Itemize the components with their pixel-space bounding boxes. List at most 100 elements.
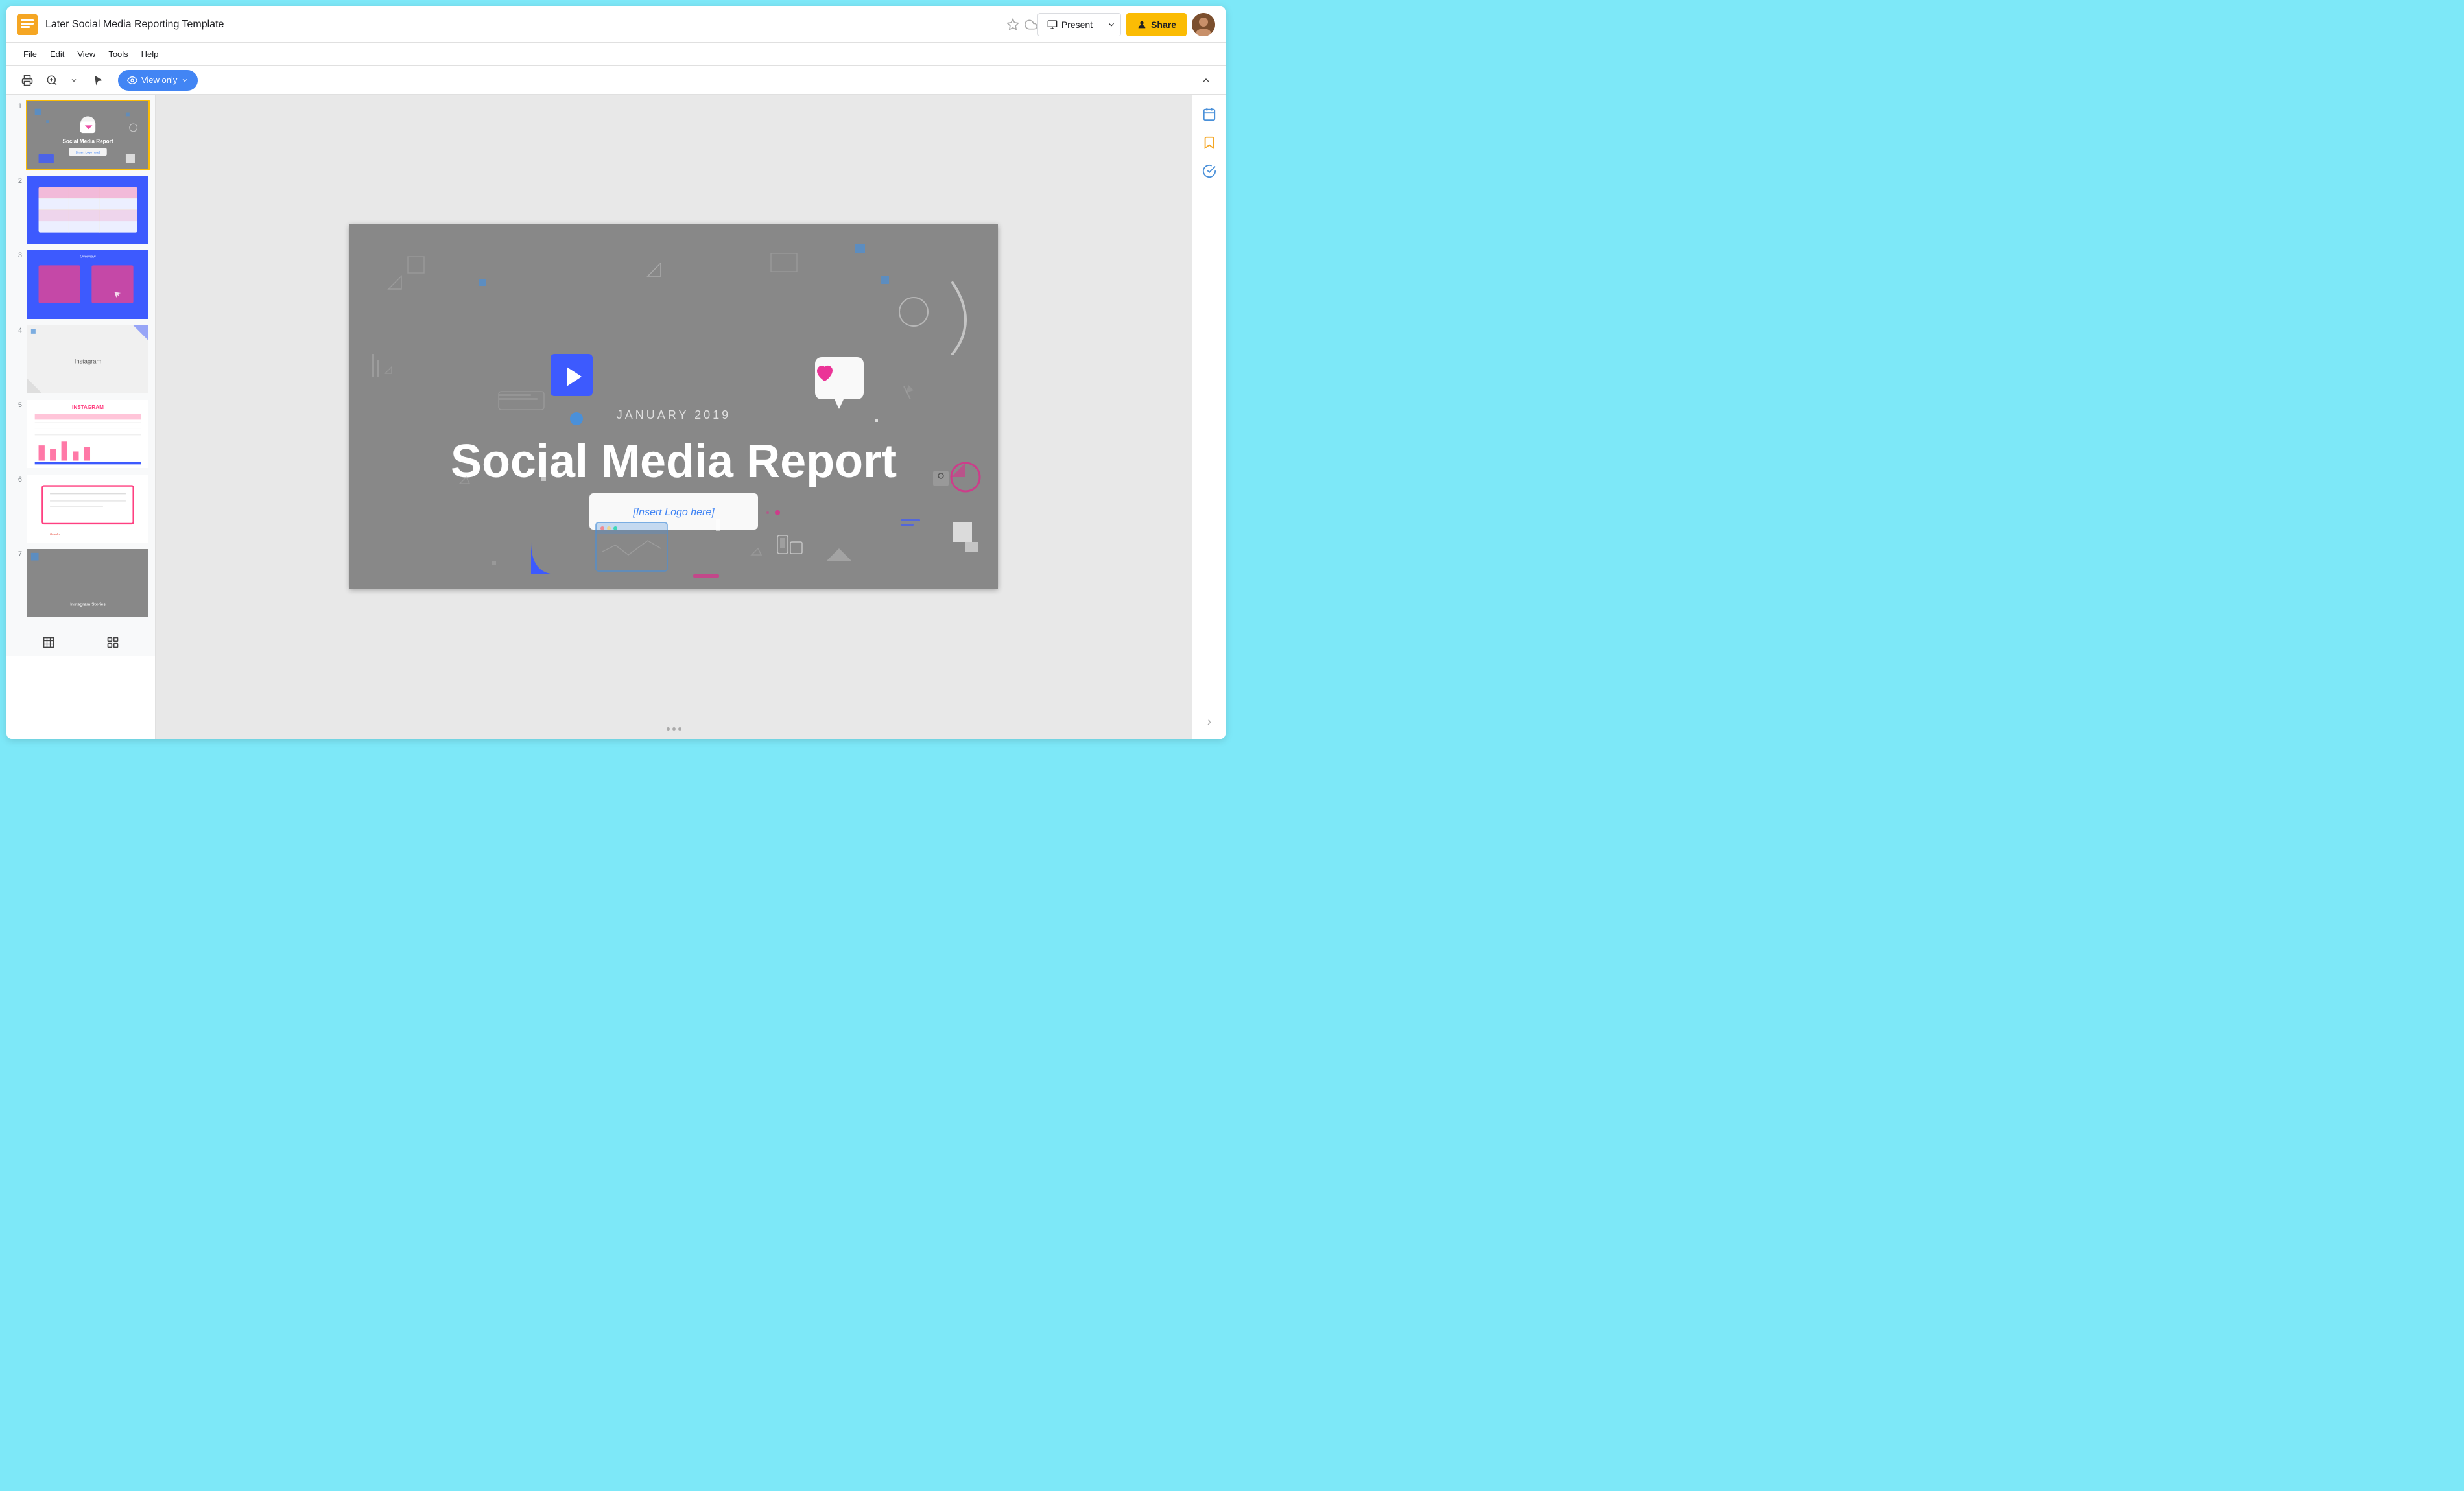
slide-panel-container: 1 Social Med xyxy=(6,95,156,739)
slide-thumbnail-4[interactable]: Instagram xyxy=(26,324,150,395)
svg-text:Instagram Stories: Instagram Stories xyxy=(70,603,106,607)
present-button-group[interactable]: Present xyxy=(1037,13,1121,36)
zoom-icon xyxy=(46,75,58,86)
task-check-icon xyxy=(1202,164,1216,178)
title-icons xyxy=(1006,18,1037,31)
slide-6-preview: Results xyxy=(27,475,148,543)
cloud-icon[interactable] xyxy=(1025,18,1037,31)
bookmark-icon-button[interactable] xyxy=(1198,131,1221,154)
present-dropdown-button[interactable] xyxy=(1102,14,1120,36)
slide-number-1: 1 xyxy=(12,102,22,110)
view-only-label: View only xyxy=(141,75,177,85)
chevron-up-icon xyxy=(1201,75,1211,86)
present-label: Present xyxy=(1061,19,1093,30)
list-view-icon xyxy=(42,636,55,649)
zoom-group xyxy=(41,70,84,91)
print-button[interactable] xyxy=(17,70,38,91)
slide-item-5[interactable]: 5 INSTAGRAM xyxy=(12,399,150,469)
canvas-bottom xyxy=(156,718,1192,739)
svg-text:Social Media Report: Social Media Report xyxy=(62,138,113,144)
panel-bottom xyxy=(6,628,155,656)
slide-number-5: 5 xyxy=(12,401,22,409)
cursor-button[interactable] xyxy=(88,70,109,91)
present-icon xyxy=(1047,19,1058,30)
slide-thumbnail-2[interactable] xyxy=(26,174,150,245)
slide-item-4[interactable]: 4 Instagram xyxy=(12,324,150,395)
slide-panel: 1 Social Med xyxy=(6,95,156,628)
expand-panel-button[interactable] xyxy=(1198,710,1221,734)
slide-item-1[interactable]: 1 Social Med xyxy=(12,100,150,170)
slide-number-7: 7 xyxy=(12,550,22,558)
svg-text:[Insert Logo here]: [Insert Logo here] xyxy=(632,507,715,518)
avatar-image xyxy=(1192,13,1215,36)
zoom-dropdown-button[interactable] xyxy=(64,70,84,91)
menu-file[interactable]: File xyxy=(17,43,43,65)
svg-text:[Insert Logo here]: [Insert Logo here] xyxy=(76,151,100,154)
task-icon-button[interactable] xyxy=(1198,159,1221,183)
chevron-zoom-icon xyxy=(70,76,78,84)
svg-text:Social Media Report: Social Media Report xyxy=(451,436,897,487)
calendar-icon xyxy=(1202,107,1216,121)
grid-view-button[interactable] xyxy=(102,632,123,653)
chevron-down-icon xyxy=(1107,20,1116,29)
present-main-button[interactable]: Present xyxy=(1038,14,1102,36)
list-view-button[interactable] xyxy=(38,632,59,653)
bookmark-icon xyxy=(1202,135,1216,150)
print-icon xyxy=(21,75,33,86)
slide-thumbnail-7[interactable]: Instagram Stories xyxy=(26,548,150,618)
eye-icon xyxy=(127,75,137,86)
slide-item-7[interactable]: 7 Instagram Stories xyxy=(12,548,150,618)
slide-5-preview: INSTAGRAM xyxy=(27,400,148,468)
menu-view[interactable]: View xyxy=(71,43,102,65)
share-label: Share xyxy=(1151,19,1176,30)
user-avatar[interactable] xyxy=(1192,13,1215,36)
dot-3 xyxy=(678,727,681,731)
chevron-view-icon xyxy=(181,76,189,84)
menu-help[interactable]: Help xyxy=(135,43,165,65)
app-logo-icon xyxy=(17,14,38,35)
menu-tools[interactable]: Tools xyxy=(102,43,134,65)
arrow-right-icon xyxy=(1204,717,1214,727)
collapse-toolbar-button[interactable] xyxy=(1197,71,1215,89)
star-icon[interactable] xyxy=(1006,18,1019,31)
slide-canvas: JANUARY 2019 Social Media Report [Insert… xyxy=(349,224,998,589)
menu-bar: File Edit View Tools Help xyxy=(6,43,1226,66)
slide-item-2[interactable]: 2 xyxy=(12,174,150,245)
right-sidebar xyxy=(1192,95,1226,739)
slide-number-2: 2 xyxy=(12,177,22,185)
person-icon xyxy=(1137,19,1147,30)
slide-item-6[interactable]: 6 xyxy=(12,473,150,544)
svg-text:Results: Results xyxy=(50,532,60,535)
dot-2 xyxy=(672,727,676,731)
slide-number-4: 4 xyxy=(12,327,22,335)
zoom-button[interactable] xyxy=(41,70,62,91)
svg-text:INSTAGRAM: INSTAGRAM xyxy=(72,405,104,410)
dot-1 xyxy=(667,727,670,731)
view-only-button[interactable]: View only xyxy=(118,70,198,91)
slide-item-3[interactable]: 3 Overview xyxy=(12,249,150,320)
slide-3-preview: Overview xyxy=(27,250,148,318)
svg-text:Overview: Overview xyxy=(80,255,96,259)
canvas-scroll[interactable]: JANUARY 2019 Social Media Report [Insert… xyxy=(156,95,1192,718)
svg-text:Instagram: Instagram xyxy=(75,358,102,364)
slide-thumbnail-5[interactable]: INSTAGRAM xyxy=(26,399,150,469)
share-button[interactable]: Share xyxy=(1126,13,1187,36)
app-window: Later Social Media Reporting Template Pr… xyxy=(6,6,1226,739)
svg-text:JANUARY 2019: JANUARY 2019 xyxy=(617,408,731,421)
slide-2-preview xyxy=(27,176,148,244)
slide-thumbnail-6[interactable]: Results xyxy=(26,473,150,544)
document-title: Later Social Media Reporting Template xyxy=(45,19,1001,30)
slide-number-3: 3 xyxy=(12,252,22,259)
grid-view-icon xyxy=(106,636,119,649)
calendar-icon-button[interactable] xyxy=(1198,102,1221,126)
slide-1-preview: Social Media Report [Insert Logo here] xyxy=(27,101,148,169)
right-controls: Present Share xyxy=(1037,13,1215,36)
menu-edit[interactable]: Edit xyxy=(43,43,71,65)
slide-thumbnail-1[interactable]: Social Media Report [Insert Logo here] xyxy=(26,100,150,170)
slide-thumbnail-3[interactable]: Overview xyxy=(26,249,150,320)
cursor-icon xyxy=(93,75,104,86)
slide-main-content: JANUARY 2019 Social Media Report [Insert… xyxy=(349,224,998,589)
main-content: 1 Social Med xyxy=(6,95,1226,739)
slide-4-preview: Instagram xyxy=(27,325,148,393)
toolbar: View only xyxy=(6,66,1226,95)
